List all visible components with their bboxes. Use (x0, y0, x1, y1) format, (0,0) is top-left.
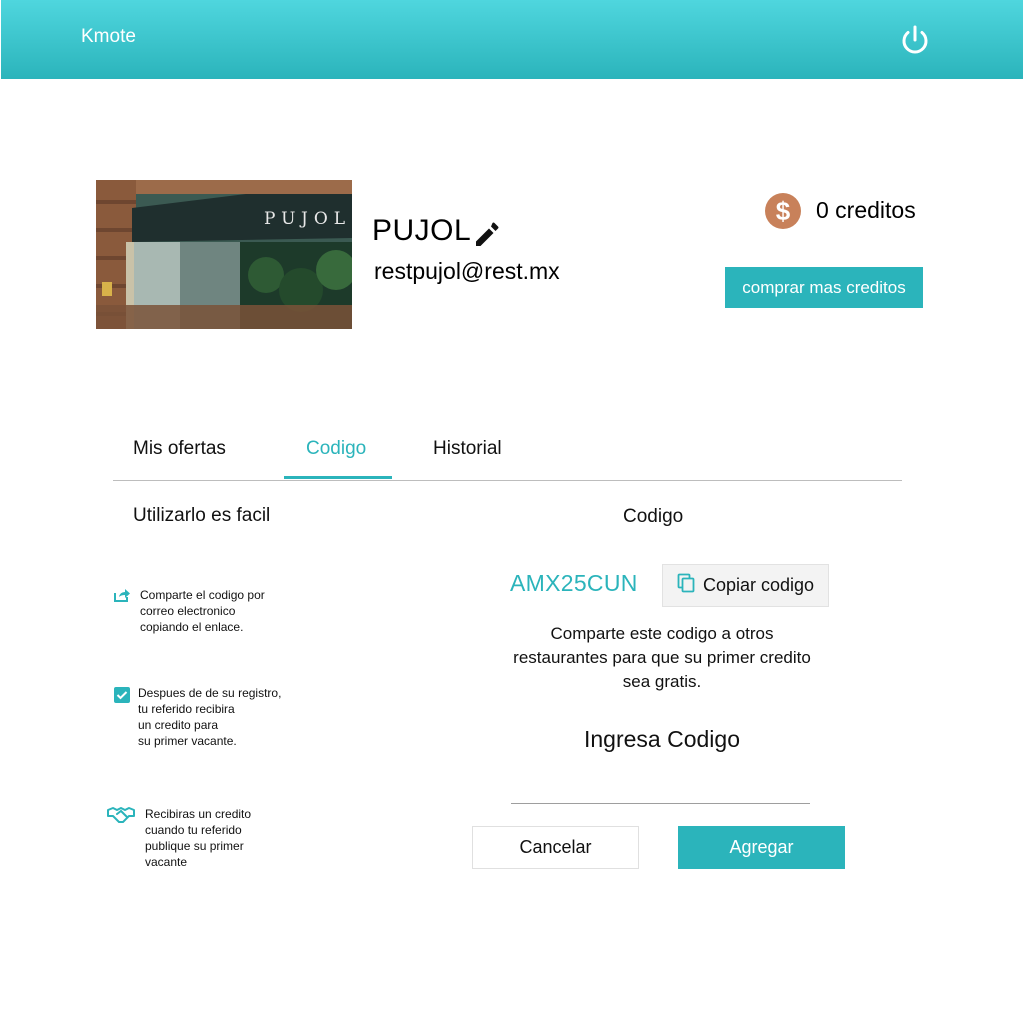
restaurant-photo: PUJOL (96, 180, 352, 329)
step-register-text: Despues de de su registro, tu referido r… (138, 686, 282, 748)
step-share-text: Comparte el codigo por correo electronic… (140, 588, 265, 634)
tab-mis-ofertas[interactable]: Mis ofertas (133, 438, 226, 460)
share-icon (113, 587, 131, 608)
handshake-icon (107, 806, 135, 829)
photo-sign: PUJOL (264, 209, 351, 229)
profile-name: PUJOL (372, 214, 472, 247)
credits-count: 0 creditos (816, 197, 916, 223)
referral-code: AMX25CUN (510, 570, 638, 596)
enter-code-heading: Ingresa Codigo (584, 726, 740, 752)
copy-code-label: Copiar codigo (703, 575, 815, 595)
tab-divider (113, 480, 902, 481)
dollar-coin-icon: $ (764, 192, 802, 230)
code-description: Comparte este codigo a otros restaurante… (513, 624, 811, 691)
active-tab-indicator (284, 476, 392, 479)
copy-code-button[interactable]: Copiar codigo (662, 564, 829, 607)
code-input[interactable] (511, 776, 810, 804)
how-it-works-heading: Utilizarlo es facil (133, 505, 271, 526)
copy-icon (677, 573, 695, 598)
profile-email: restpujol@rest.mx (374, 258, 560, 284)
buy-credits-button[interactable]: comprar mas creditos (725, 267, 923, 308)
app-header: Kmote (1, 0, 1023, 79)
tab-codigo[interactable]: Codigo (306, 438, 366, 460)
svg-text:$: $ (776, 196, 791, 226)
app-title: Kmote (81, 26, 136, 47)
power-icon[interactable] (897, 22, 933, 58)
step-credit-text: Recibiras un credito cuando tu referido … (145, 807, 252, 869)
cancel-button[interactable]: Cancelar (472, 826, 639, 869)
add-button[interactable]: Agregar (678, 826, 845, 869)
checkbox-checked-icon (114, 687, 130, 708)
pencil-icon[interactable] (472, 219, 502, 249)
code-heading: Codigo (623, 506, 684, 527)
tab-historial[interactable]: Historial (433, 438, 502, 460)
